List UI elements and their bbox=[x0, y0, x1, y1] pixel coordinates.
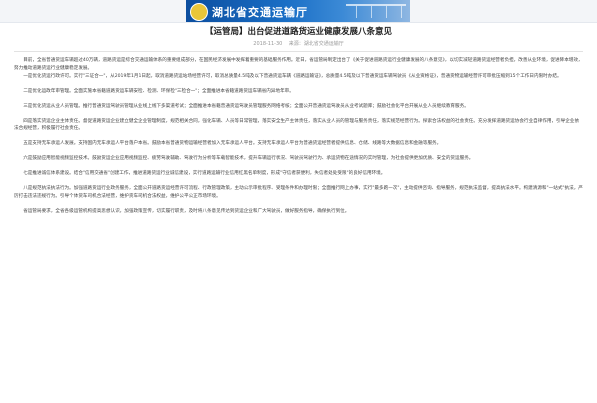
paragraph-4: 四是落实货运企业主体责任。督促道路货运企业建立健全企业管理制度，规范相关合同，强… bbox=[14, 118, 580, 132]
paragraph-7: 七是推进诚信体系建设。结合"信用交通省"创建工作，推进道路货运行业诚信建设，实行… bbox=[23, 171, 386, 177]
paragraph-1: 一是优化货运行政许可。实行"三证合一"，从2019年1月1日起，取消道路货运站场… bbox=[23, 73, 562, 79]
paragraph-intro: 目前，全省普通货运车辆超过40万辆，道路货运是综合交通运输体系的重要组成部分，在… bbox=[14, 58, 583, 71]
bridge-icon bbox=[346, 4, 406, 20]
emblem-icon bbox=[190, 3, 208, 21]
article-source: 来源：湖北省交通运输厅 bbox=[288, 41, 344, 47]
article-body: 目前，全省普通货运车辆超过40万辆，道路货运是综合交通运输体系的重要组成部分，在… bbox=[14, 57, 583, 216]
site-title: 湖北省交通运输厅 bbox=[212, 6, 308, 19]
paragraph-closing: 省运管局要求，全省各级运管机构提高思想认识，加强政策宣传，切实履行职责，及时将八… bbox=[23, 208, 350, 214]
article-title: 【运管局】出台促进道路货运业健康发展八条意见 bbox=[204, 27, 392, 37]
title-divider bbox=[14, 51, 583, 52]
site-banner[interactable]: 湖北省交通运输厅 bbox=[186, 0, 410, 22]
article: 【运管局】出台促进道路货运业健康发展八条意见 2018-11-30 来源：湖北省… bbox=[0, 22, 597, 216]
paragraph-2: 二是优化运政年审管理。全面实施本省籍道路货运车辆安检、检测、环保检"三检合一"；… bbox=[23, 88, 294, 94]
paragraph-8: 八是规范执法执法行为。加强道路货运行业政务服务，全面公开道路货运经营许可流程、行… bbox=[14, 186, 583, 199]
paragraph-3: 三是优化货运从业人员管理。推行普通货运驾驶员管理从业线上线下多渠道考试；全面推进… bbox=[23, 103, 469, 109]
paragraph-6: 六是鼓励应用智能视频监控技术。鼓励货运企业应用视频监控、疲劳驾驶辅助、驾驶行为分… bbox=[23, 156, 474, 162]
paragraph-5: 五是支持无车承运人发展。支持国内无车承运人平台落户本省。鼓励本省普通货物运输经营… bbox=[23, 141, 442, 147]
article-meta: 2018-11-30 来源：湖北省交通运输厅 bbox=[0, 39, 597, 49]
article-date: 2018-11-30 bbox=[253, 41, 283, 47]
